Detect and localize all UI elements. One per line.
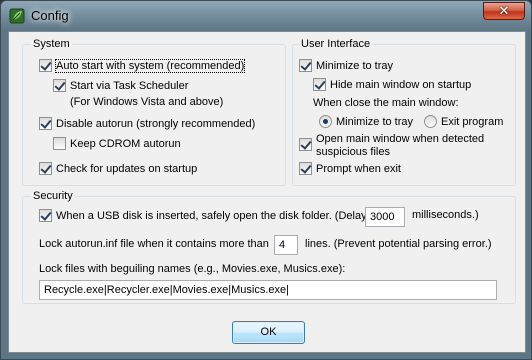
disable-autorun-checkbox[interactable]: Disable autorun (strongly recommended) <box>39 117 255 130</box>
config-window: Config ✕ System Auto start with system (… <box>0 0 532 360</box>
open-main-window-checkbox[interactable]: Open main window when detected suspiciou… <box>299 133 484 159</box>
checkbox-box[interactable] <box>39 59 52 72</box>
dialog-client-area: System Auto start with system (recommend… <box>8 31 526 353</box>
checkbox-box[interactable] <box>53 137 66 150</box>
checkbox-box[interactable] <box>39 117 52 130</box>
lines-suffix-label: lines. (Prevent potential parsing error.… <box>305 238 492 250</box>
checkbox-box[interactable] <box>299 59 312 72</box>
security-legend: Security <box>31 190 75 202</box>
close-button[interactable]: ✕ <box>483 2 525 20</box>
checkbox-box[interactable] <box>39 209 52 222</box>
keep-cdrom-checkbox[interactable]: Keep CDROM autorun <box>53 137 181 150</box>
minimize-tray-checkbox[interactable]: Minimize to tray <box>299 59 393 72</box>
usb-open-folder-checkbox[interactable]: When a USB disk is inserted, safely open… <box>39 209 367 222</box>
hide-main-checkbox[interactable]: Hide main window on startup <box>313 78 471 91</box>
ok-button[interactable]: OK <box>232 321 305 344</box>
checkbox-box[interactable] <box>53 79 66 92</box>
check-updates-checkbox[interactable]: Check for updates on startup <box>39 162 197 175</box>
open-main-line2: suspicious files <box>316 146 390 158</box>
security-group: Security When a USB disk is inserted, sa… <box>22 190 516 304</box>
checkbox-box[interactable] <box>313 78 326 91</box>
prompt-exit-checkbox[interactable]: Prompt when exit <box>299 162 401 175</box>
beguiling-names-input[interactable] <box>39 280 497 300</box>
checkbox-box[interactable] <box>299 138 312 151</box>
ui-legend: User Interface <box>299 38 373 50</box>
task-scheduler-note: (For Windows Vista and above) <box>70 96 224 108</box>
checkbox-box[interactable] <box>39 162 52 175</box>
open-main-line1: Open main window when detected <box>316 133 485 145</box>
radio-minimize-to-tray[interactable]: Minimize to tray <box>319 115 413 128</box>
user-interface-group: User Interface Minimize to tray Hide mai… <box>292 38 516 186</box>
auto-start-checkbox[interactable]: Auto start with system (recommended) <box>39 58 246 73</box>
checkbox-box[interactable] <box>299 162 312 175</box>
system-group: System Auto start with system (recommend… <box>22 38 286 186</box>
leaf-icon <box>9 8 25 24</box>
delay-input[interactable] <box>365 207 405 227</box>
beguiling-names-label: Lock files with beguiling names (e.g., M… <box>39 263 346 275</box>
lock-autorun-label: Lock autorun.inf file when it contains m… <box>39 238 269 250</box>
radio-exit-program[interactable]: Exit program <box>424 115 503 128</box>
window-title: Config <box>31 8 69 23</box>
close-behavior-heading: When close the main window: <box>313 97 459 109</box>
system-legend: System <box>31 38 72 50</box>
close-icon: ✕ <box>498 3 510 18</box>
title-bar[interactable]: Config ✕ <box>1 1 531 31</box>
lines-input[interactable] <box>274 235 298 255</box>
radio-button[interactable] <box>424 115 437 128</box>
radio-button[interactable] <box>319 115 332 128</box>
task-scheduler-checkbox[interactable]: Start via Task Scheduler <box>53 79 188 92</box>
delay-unit-label: milliseconds.) <box>412 209 479 221</box>
